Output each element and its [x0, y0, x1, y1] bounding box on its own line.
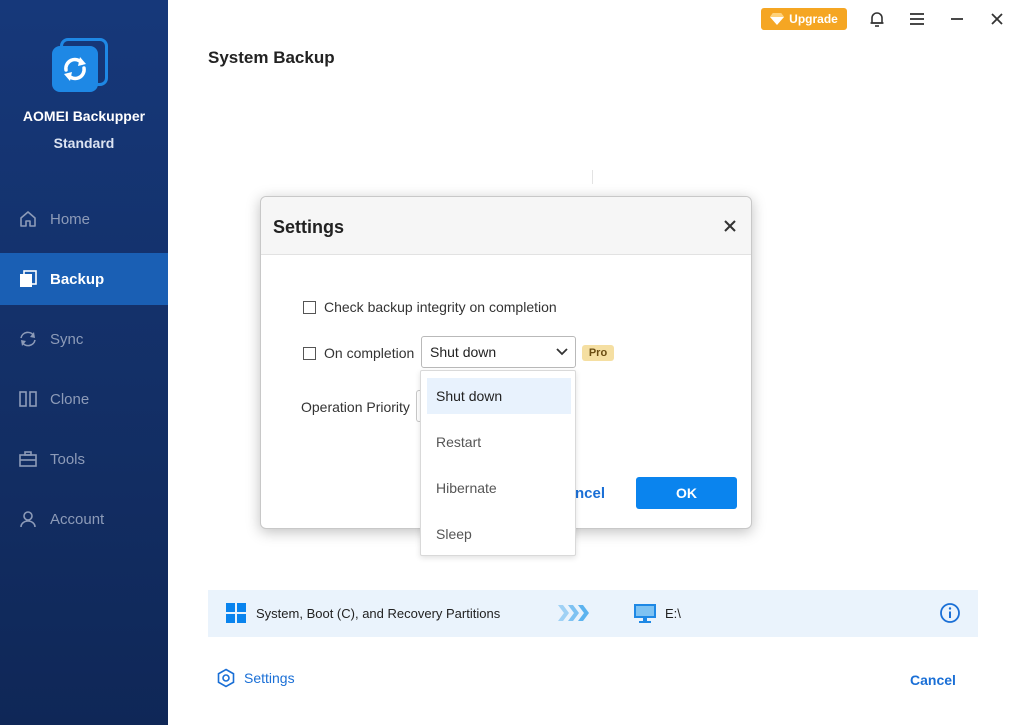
upgrade-label: Upgrade: [789, 12, 838, 26]
dialog-title: Settings: [273, 217, 345, 237]
diamond-icon: [770, 13, 785, 25]
windows-icon: [226, 603, 246, 623]
bell-icon[interactable]: [866, 8, 888, 30]
sidebar-item-label: Tools: [50, 450, 86, 468]
on-completion-dropdown: Shut down Restart Hibernate Sleep: [420, 370, 576, 556]
operation-priority-row: Operation Priority: [301, 399, 410, 415]
cancel-button[interactable]: Cancel: [910, 672, 956, 688]
sidebar-item-label: Home: [50, 210, 91, 228]
check-integrity-row[interactable]: Check backup integrity on completion: [303, 299, 557, 315]
minimize-icon[interactable]: [946, 8, 968, 30]
upgrade-button[interactable]: Upgrade: [761, 8, 847, 30]
sidebar-item-label: Clone: [50, 390, 90, 408]
settings-hexagon-icon: [217, 668, 235, 688]
app-edition: Standard: [53, 135, 115, 151]
chevron-down-icon: [556, 348, 568, 356]
check-integrity-label: Check backup integrity on completion: [324, 299, 557, 315]
tools-icon: [18, 449, 38, 469]
pro-badge: Pro: [582, 345, 614, 361]
dropdown-option-shut-down[interactable]: Shut down: [427, 378, 571, 414]
on-completion-value: Shut down: [430, 344, 497, 360]
sidebar-item-home[interactable]: Home: [0, 193, 168, 245]
check-integrity-checkbox[interactable]: [303, 300, 316, 314]
backup-destination[interactable]: E:\: [665, 606, 681, 621]
page-title: System Backup: [208, 48, 335, 67]
sidebar-item-label: Backup: [50, 270, 105, 288]
sidebar-item-sync[interactable]: Sync: [0, 313, 168, 365]
divider: [592, 170, 593, 184]
on-completion-row[interactable]: On completion: [303, 345, 414, 361]
on-completion-select[interactable]: Shut down: [421, 336, 576, 368]
settings-label: Settings: [244, 670, 295, 686]
clone-icon: [18, 389, 38, 409]
dropdown-option-sleep[interactable]: Sleep: [427, 516, 571, 552]
backup-source[interactable]: System, Boot (C), and Recovery Partition…: [256, 606, 500, 621]
dialog-header: Settings: [261, 197, 751, 255]
ok-button[interactable]: OK: [636, 477, 737, 509]
sidebar-item-clone[interactable]: Clone: [0, 373, 168, 425]
settings-button[interactable]: Settings: [216, 668, 295, 688]
account-icon: [18, 509, 38, 529]
arrow-right-icon: [558, 605, 589, 621]
on-completion-label: On completion: [324, 345, 415, 361]
dialog-cancel-button[interactable]: ncel: [575, 485, 605, 502]
dropdown-option-hibernate[interactable]: Hibernate: [427, 470, 571, 506]
operation-priority-label: Operation Priority: [301, 399, 410, 415]
close-icon[interactable]: [986, 8, 1008, 30]
sidebar-item-label: Sync: [50, 330, 84, 348]
app-name: AOMEI Backupper: [22, 108, 146, 124]
info-icon[interactable]: [939, 602, 961, 624]
monitor-icon: [634, 604, 656, 623]
dialog-close-icon[interactable]: [721, 217, 739, 235]
on-completion-checkbox[interactable]: [303, 346, 316, 360]
sidebar-item-account[interactable]: Account: [0, 493, 168, 545]
home-icon: [18, 209, 38, 229]
menu-icon[interactable]: [906, 8, 928, 30]
backup-path-bar: System, Boot (C), and Recovery Partition…: [208, 590, 978, 637]
dropdown-option-restart[interactable]: Restart: [427, 424, 571, 460]
sync-icon: [18, 329, 38, 349]
sidebar: AOMEI Backupper Standard Home Backup Syn…: [0, 0, 168, 725]
sidebar-item-backup[interactable]: Backup: [0, 253, 168, 305]
app-logo-icon: [50, 38, 110, 98]
backup-icon: [18, 269, 38, 289]
sidebar-item-label: Account: [50, 510, 105, 528]
sidebar-item-tools[interactable]: Tools: [0, 433, 168, 485]
